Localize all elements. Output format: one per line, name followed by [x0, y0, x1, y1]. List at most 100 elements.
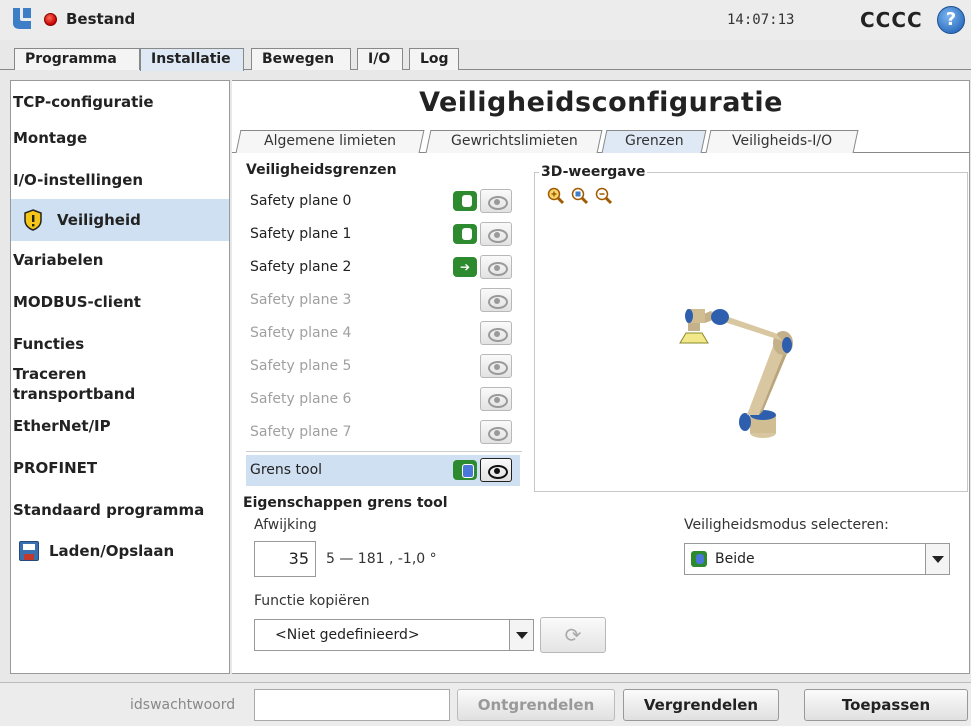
eye-icon[interactable] — [480, 387, 512, 411]
password-label: idswachtwoord — [130, 697, 236, 713]
sidebar-item-label: Veiligheid — [57, 211, 141, 229]
zoom-in-icon[interactable] — [547, 187, 565, 205]
tool-props-title: Eigenschappen grens tool — [243, 495, 448, 511]
plane-enabled-toggle-icon[interactable] — [453, 191, 477, 211]
tab-algemene-limieten[interactable]: Algemene limieten — [235, 130, 425, 153]
sidebar-item-label: PROFINET — [13, 459, 98, 477]
sidebar-item-label: I/O-instellingen — [13, 171, 144, 189]
safety-plane-label: Safety plane 3 — [250, 292, 352, 308]
eye-icon[interactable] — [480, 189, 512, 213]
sidebar-item-modbus[interactable]: MODBUS-client — [11, 285, 229, 319]
sidebar-item-label: Standaard programma — [13, 501, 205, 519]
zoom-out-icon[interactable] — [595, 187, 613, 205]
deviation-input[interactable]: 35 — [254, 541, 316, 577]
unlock-button[interactable]: Ontgrendelen — [457, 689, 615, 721]
lock-button[interactable]: Vergrendelen — [623, 689, 779, 721]
tool-mode-both-icon[interactable] — [453, 460, 477, 480]
tab-programma[interactable]: Programma — [14, 48, 140, 70]
divider — [246, 451, 522, 452]
zoom-fit-icon[interactable] — [571, 187, 589, 205]
page-title: Veiligheidsconfiguratie — [419, 87, 783, 118]
eye-icon[interactable] — [480, 255, 512, 279]
tab-label: Veiligheids-I/O — [731, 133, 833, 149]
sidebar-item-variabelen[interactable]: Variabelen — [11, 243, 229, 277]
sidebar-item-functies[interactable]: Functies — [11, 327, 229, 361]
tab-label: Grenzen — [624, 133, 684, 149]
sidebar-item-profinet[interactable]: PROFINET — [11, 451, 229, 485]
eye-icon[interactable] — [480, 420, 512, 444]
plane-enabled-toggle-icon[interactable] — [453, 224, 477, 244]
title-bar: Bestand 14:07:13 CCCC ? — [0, 0, 971, 40]
safety-plane-row[interactable]: Safety plane 6 — [246, 384, 512, 415]
sidebar-item-label: EtherNet/IP — [13, 417, 111, 435]
tab-label: Gewrichtslimieten — [450, 133, 578, 149]
content-panel: Veiligheidsconfiguratie Algemene limiete… — [232, 80, 970, 674]
3d-view[interactable]: 3D-weergave — [534, 164, 968, 492]
apply-button[interactable]: Toepassen — [804, 689, 968, 721]
bottom-bar: idswachtwoord Ontgrendelen Vergrendelen … — [0, 682, 971, 726]
ur-logo-icon — [13, 8, 31, 29]
eye-icon[interactable] — [480, 354, 512, 378]
chevron-down-icon[interactable] — [925, 544, 949, 574]
subtab-bar: Algemene limieten Gewrichtslimieten Gren… — [232, 127, 970, 153]
sidebar: TCP-configuratie Montage I/O-instellinge… — [10, 80, 230, 674]
eye-icon[interactable] — [480, 288, 512, 312]
refresh-button[interactable]: ⟳ — [540, 617, 606, 653]
safety-plane-row[interactable]: Safety plane 4 — [246, 318, 512, 349]
sidebar-item-label: Variabelen — [13, 251, 104, 269]
tab-gewrichtslimieten[interactable]: Gewrichtslimieten — [425, 130, 603, 153]
tool-boundary-row[interactable]: Grens tool — [246, 455, 520, 486]
safety-plane-row[interactable]: Safety plane 7 — [246, 417, 512, 448]
clock: 14:07:13 — [727, 12, 795, 28]
robot-arm-model — [679, 309, 793, 438]
sidebar-item-label: MODBUS-client — [13, 293, 141, 311]
sidebar-item-io[interactable]: I/O-instellingen — [11, 163, 229, 197]
copy-feature-select[interactable]: <Niet gedefinieerd> — [254, 619, 534, 651]
tab-bewegen[interactable]: Bewegen — [251, 48, 351, 70]
mode-select[interactable]: Beide — [684, 543, 950, 575]
eye-icon[interactable] — [480, 222, 512, 246]
copy-feature-label: Functie kopiëren — [254, 593, 370, 609]
eye-icon[interactable] — [480, 458, 512, 482]
mode-select-value: Beide — [715, 551, 755, 567]
tool-boundary-label: Grens tool — [250, 462, 323, 478]
floppy-disk-icon — [19, 541, 39, 561]
password-input[interactable] — [254, 689, 450, 721]
safety-plane-label: Safety plane 6 — [250, 391, 352, 407]
safety-plane-label: Safety plane 4 — [250, 325, 352, 341]
tab-grenzen[interactable]: Grenzen — [601, 130, 707, 153]
sidebar-item-label: Traceren transportband — [13, 365, 136, 403]
sidebar-item-ethernetip[interactable]: EtherNet/IP — [11, 409, 229, 443]
safety-plane-row[interactable]: Safety plane 0 — [246, 186, 512, 217]
deviation-range: 5 — 181 , -1,0 ° — [326, 551, 437, 567]
tab-veiligheids-io[interactable]: Veiligheids-I/O — [705, 130, 859, 153]
main-tab-bar: Programma Installatie Bewegen I/O Log — [0, 40, 971, 71]
stop-status-icon — [44, 13, 57, 26]
sidebar-item-laden-opslaan[interactable]: Laden/Opslaan — [11, 533, 229, 569]
safety-plane-label: Safety plane 5 — [250, 358, 352, 374]
boundaries-section-title: Veiligheidsgrenzen — [246, 162, 397, 178]
eye-icon[interactable] — [480, 321, 512, 345]
sidebar-item-tcp[interactable]: TCP-configuratie — [11, 85, 229, 119]
sidebar-item-standaard-programma[interactable]: Standaard programma — [11, 493, 229, 527]
chevron-down-icon[interactable] — [509, 620, 533, 650]
trigger-reduced-arrow-icon[interactable]: ➔ — [453, 257, 477, 277]
sidebar-item-veiligheid[interactable]: Veiligheid — [11, 199, 229, 241]
help-icon[interactable]: ? — [937, 6, 965, 34]
mode-both-icon — [691, 551, 707, 567]
mode-label: Veiligheidsmodus selecteren: — [684, 517, 889, 533]
app-title[interactable]: Bestand — [66, 10, 135, 28]
deviation-label: Afwijking — [254, 517, 317, 533]
safety-plane-row[interactable]: Safety plane 5 — [246, 351, 512, 382]
safety-plane-row[interactable]: Safety plane 2 ➔ — [246, 252, 512, 283]
safety-plane-row[interactable]: Safety plane 3 — [246, 285, 512, 316]
sidebar-item-montage[interactable]: Montage — [11, 121, 229, 155]
tab-log[interactable]: Log — [409, 48, 459, 70]
tab-installatie[interactable]: Installatie — [140, 48, 244, 71]
tab-io[interactable]: I/O — [357, 48, 403, 70]
safety-plane-label: Safety plane 1 — [250, 226, 352, 242]
safety-plane-row[interactable]: Safety plane 1 — [246, 219, 512, 250]
safety-plane-label: Safety plane 7 — [250, 424, 352, 440]
refresh-icon: ⟳ — [564, 623, 582, 647]
sidebar-item-transportband[interactable]: Traceren transportband — [11, 361, 161, 405]
